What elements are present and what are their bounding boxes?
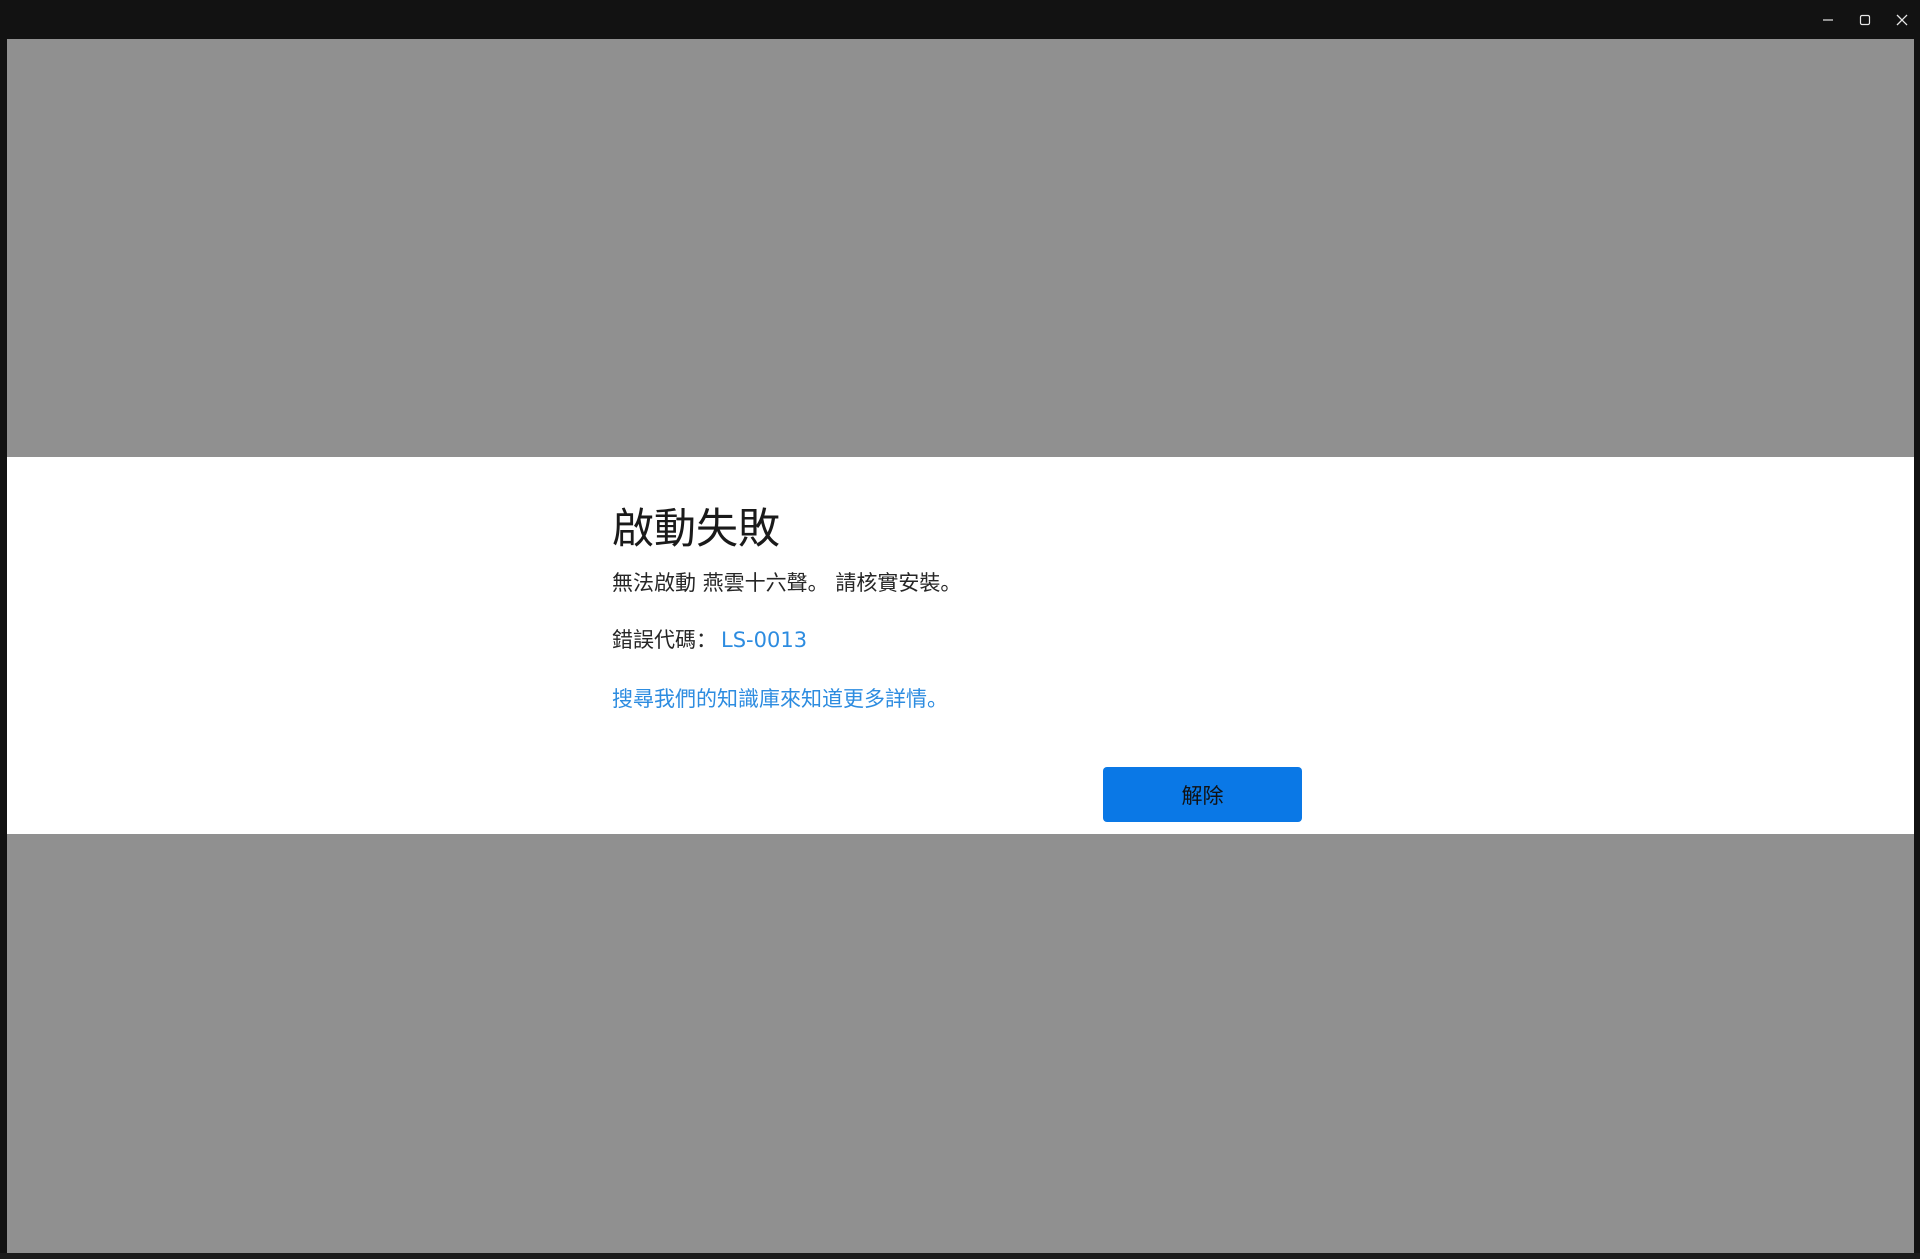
minimize-button[interactable] — [1809, 0, 1846, 39]
maximize-button[interactable] — [1846, 0, 1883, 39]
dismiss-button[interactable]: 解除 — [1103, 767, 1302, 822]
window-controls — [1809, 0, 1920, 39]
bottom-edge — [0, 1253, 1920, 1259]
knowledge-base-link[interactable]: 搜尋我們的知識庫來知道更多詳情。 — [612, 683, 948, 715]
error-code-link[interactable]: LS-0013 — [721, 628, 807, 652]
error-code-row: 錯誤代碼： LS-0013 — [612, 624, 807, 656]
minimize-icon — [1822, 14, 1834, 26]
dialog-message: 無法啟動 燕雲十六聲。 請核實安裝。 — [612, 571, 962, 595]
close-button[interactable] — [1883, 0, 1920, 39]
app-window: 啟動失敗 無法啟動 燕雲十六聲。 請核實安裝。 錯誤代碼： LS-0013 搜尋我… — [0, 0, 1920, 1259]
dialog-body: 啟動失敗 無法啟動 燕雲十六聲。 請核實安裝。 錯誤代碼： LS-0013 搜尋我… — [612, 457, 1312, 834]
modal-overlay: 啟動失敗 無法啟動 燕雲十六聲。 請核實安裝。 錯誤代碼： LS-0013 搜尋我… — [7, 39, 1914, 1253]
error-code-label: 錯誤代碼： — [612, 628, 717, 652]
dialog-title: 啟動失敗 — [612, 504, 781, 553]
close-icon — [1896, 14, 1908, 26]
title-bar — [0, 0, 1920, 39]
maximize-icon — [1859, 14, 1871, 26]
error-dialog: 啟動失敗 無法啟動 燕雲十六聲。 請核實安裝。 錯誤代碼： LS-0013 搜尋我… — [7, 457, 1914, 834]
